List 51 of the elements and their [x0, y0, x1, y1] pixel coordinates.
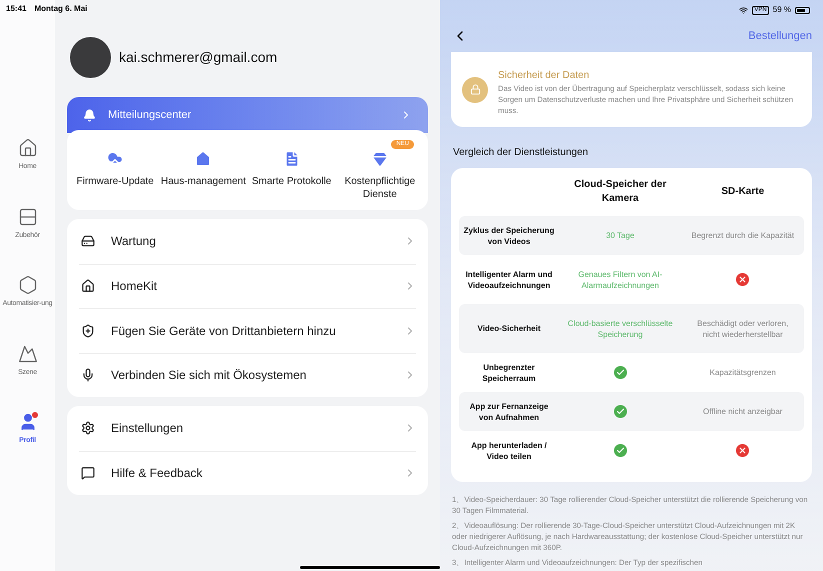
quick-action[interactable]: Firmware-Update: [71, 140, 160, 210]
menu-item[interactable]: Wartung: [79, 219, 416, 264]
check-icon: [614, 405, 627, 418]
table-cell: Kapazitätsgrenzen: [710, 367, 776, 378]
table-cell: Offline nicht anzeigbar: [703, 406, 782, 417]
lock-shield-icon: [462, 76, 488, 102]
row-label: Intelligenter Alarm und Videoaufzeichnungen: [464, 268, 554, 290]
home-icon: [18, 138, 38, 158]
table-cell: 30 Tage: [606, 230, 634, 241]
microphone-icon: [81, 368, 95, 382]
menu-item[interactable]: Hilfe & Feedback: [79, 450, 416, 495]
account-email: kai.schmerer@gmail.com: [119, 48, 278, 67]
row-label: App herunterladen / Video teilen: [470, 440, 548, 462]
menu-item[interactable]: HomeKit: [79, 264, 416, 308]
table-cell: Begrenzt durch die Kapazität: [691, 230, 794, 241]
battery-percent: 59 %: [772, 4, 791, 16]
column-header: SD-Karte: [720, 185, 766, 199]
section-title: Vergleich der Dienstleistungen: [453, 146, 590, 160]
row-label: App zur Fernanzeige von Aufnahmen: [468, 400, 550, 422]
shield-icon: [81, 324, 95, 338]
menu-item[interactable]: Einstellungen: [79, 406, 416, 450]
feature-title: Sicherheit der Daten: [498, 68, 590, 82]
notification-center-bar[interactable]: Mitteilungscenter: [67, 97, 428, 133]
row-label: Video-Sicherheit: [476, 323, 542, 334]
table-cell-text: Genaues Filtern von AI-Alarmaufzeichnungen: [577, 268, 664, 290]
chat-icon: [81, 466, 95, 480]
bell-icon: [83, 108, 96, 122]
quick-action[interactable]: Smarte Protokolle: [248, 140, 336, 210]
check-icon: [614, 444, 627, 457]
hexagon-icon: [18, 275, 38, 295]
battery-icon: [795, 6, 810, 14]
wifi-icon: [739, 6, 748, 14]
row-label: Zyklus der Speicherung von Videos: [462, 224, 556, 246]
table-cell: Cloud-basierte verschlüsselte Speicherung: [567, 318, 674, 340]
cross-icon: [736, 444, 750, 457]
cross-icon: [736, 273, 750, 286]
quick-action[interactable]: Haus-management: [159, 140, 248, 210]
house-icon: [81, 279, 95, 294]
row-label: Unbegrenzter Speicherraum: [481, 362, 537, 384]
table-cell-text: Beschädigt oder verloren, nicht wiederherstellbar: [696, 318, 790, 340]
check-icon: [614, 366, 627, 379]
status-time: 15:41: [6, 3, 26, 15]
scene-icon: [18, 344, 38, 364]
menu-item[interactable]: Verbinden Sie sich mit Ökosystemen: [79, 352, 416, 397]
menu-item[interactable]: Fügen Sie Geräte von Drittanbietern hinzu: [79, 308, 416, 352]
avatar[interactable]: [70, 37, 111, 78]
status-date: Montag 6. Mai: [34, 3, 88, 15]
settings-icon: [81, 421, 95, 436]
drive-icon: [81, 234, 95, 248]
devices-icon: [18, 206, 38, 226]
column-header: Cloud-Speicher der Kamera: [573, 178, 668, 206]
